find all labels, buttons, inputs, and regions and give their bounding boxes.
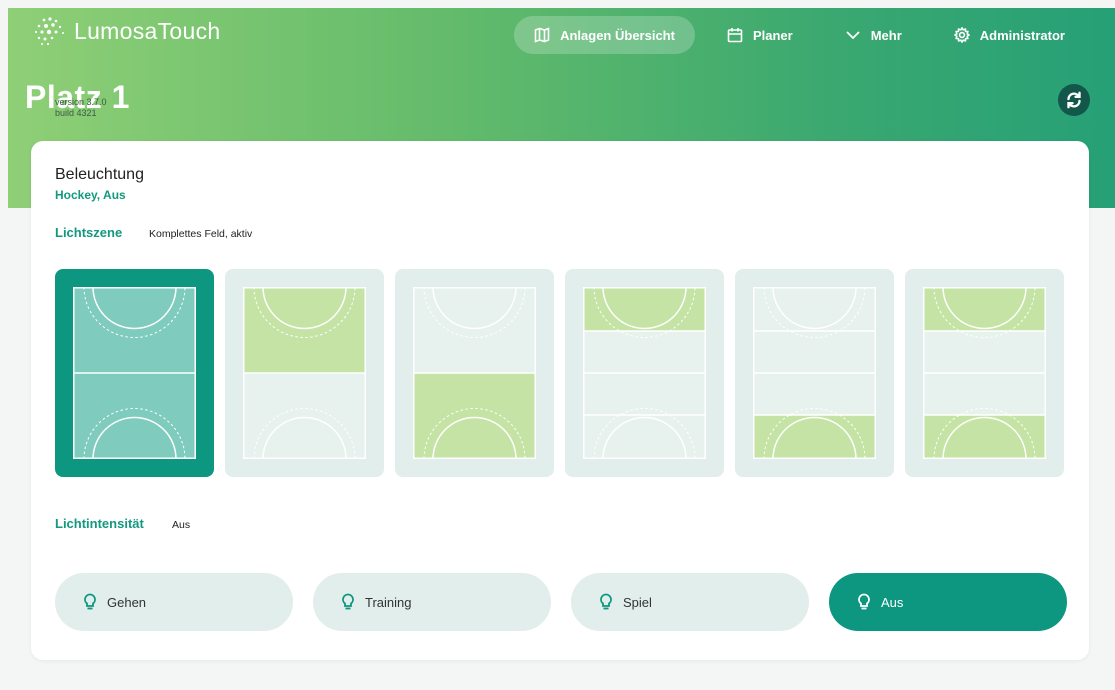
nav-label: Mehr — [870, 27, 902, 43]
build-number: build 4321 — [55, 108, 97, 118]
refresh-icon — [1067, 91, 1081, 109]
logo-text: LumosaTouch — [74, 17, 221, 44]
card-title: Beleuchtung — [55, 166, 144, 183]
scene-upper-half[interactable] — [225, 269, 384, 477]
map-icon — [534, 27, 550, 43]
scene-lower-circle[interactable] — [735, 269, 894, 477]
intensity-label: Lichtintensität — [55, 516, 144, 531]
intensity-training-button[interactable]: Training — [313, 573, 551, 631]
scene-both-circles[interactable] — [905, 269, 1064, 477]
calendar-icon — [727, 28, 743, 43]
intensity-buttons: Gehen Training Spiel Aus — [55, 573, 1067, 631]
intensity-value: Aus — [172, 519, 191, 531]
gear-icon — [953, 27, 970, 43]
version-info: version 3.7.0 build 4321 — [55, 97, 107, 119]
nav-label: Anlagen Übersicht — [560, 27, 675, 43]
card-subtitle: Hockey, Aus — [55, 188, 126, 202]
logo[interactable]: LumosaTouch — [30, 16, 221, 46]
chevron-down-icon — [846, 31, 860, 40]
hockey-field-icon — [583, 287, 706, 459]
scene-upper-circle[interactable] — [565, 269, 724, 477]
intensity-label-text: Aus — [881, 594, 904, 610]
scene-label: Lichtszene — [55, 225, 123, 240]
hockey-field-icon — [73, 287, 196, 459]
version-number: version 3.7.0 — [55, 97, 107, 107]
scene-value: Komplettes Feld, aktiv — [149, 228, 253, 240]
nav-label: Administrator — [979, 27, 1065, 43]
lighting-card: Beleuchtung Hockey, Aus Lichtszene Kompl… — [31, 141, 1089, 660]
intensity-gehen-button[interactable]: Gehen — [55, 573, 293, 631]
intensity-aus-button[interactable]: Aus — [829, 573, 1067, 631]
nav-label: Planer — [752, 27, 793, 43]
lightbulb-icon — [342, 593, 354, 610]
nav-anlagen-uebersicht[interactable]: Anlagen Übersicht — [514, 16, 695, 54]
lightbulb-icon — [600, 593, 612, 610]
hockey-field-icon — [243, 287, 366, 459]
refresh-button[interactable] — [1058, 84, 1090, 116]
intensity-label-text: Training — [365, 594, 412, 610]
intensity-spiel-button[interactable]: Spiel — [571, 573, 809, 631]
nav-mehr[interactable]: Mehr — [825, 16, 922, 54]
scene-list — [55, 269, 1064, 477]
intensity-label-text: Gehen — [107, 594, 147, 610]
intensity-label-text: Spiel — [623, 594, 652, 610]
scene-lower-half[interactable] — [395, 269, 554, 477]
hockey-field-icon — [413, 287, 536, 459]
hockey-field-icon — [923, 287, 1046, 459]
scene-complete-field[interactable] — [55, 269, 214, 477]
lightbulb-icon — [858, 593, 870, 610]
lightbulb-icon — [84, 593, 96, 610]
main-nav: Anlagen Übersicht Planer Mehr Administra… — [514, 16, 1085, 54]
hockey-field-icon — [753, 287, 876, 459]
nav-planer[interactable]: Planer — [707, 16, 813, 54]
nav-administrator[interactable]: Administrator — [934, 16, 1085, 54]
sparkle-logo-icon — [34, 17, 64, 46]
